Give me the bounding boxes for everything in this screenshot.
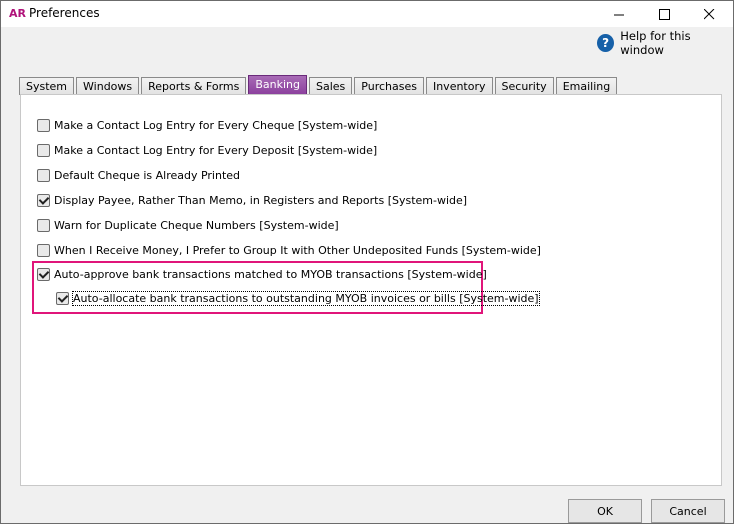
option-contact-log-deposit[interactable]: Make a Contact Log Entry for Every Depos… <box>37 142 377 158</box>
option-group-undeposited[interactable]: When I Receive Money, I Prefer to Group … <box>37 242 541 258</box>
help-label: Help for this window <box>620 29 691 57</box>
tab-label: Emailing <box>562 80 611 93</box>
checkbox[interactable] <box>56 291 69 305</box>
tab-label: Security <box>501 80 547 93</box>
option-label: When I Receive Money, I Prefer to Group … <box>54 243 541 257</box>
tab-sales[interactable]: Sales <box>309 77 353 95</box>
option-label: Auto-approve bank transactions matched t… <box>54 267 487 281</box>
checkbox[interactable] <box>37 143 50 157</box>
tab-security[interactable]: Security <box>494 77 554 95</box>
tab-label: Inventory <box>432 80 486 93</box>
tab-label: Reports & Forms <box>148 80 240 93</box>
option-label: Auto-allocate bank transactions to outst… <box>72 290 540 306</box>
tab-system[interactable]: System <box>19 77 75 95</box>
tab-strip: System Windows Reports & Forms Banking S… <box>19 75 619 95</box>
title-bar: AR Preferences <box>1 1 733 27</box>
tab-label: Banking <box>255 78 300 91</box>
close-icon <box>704 8 715 19</box>
preferences-window: AR Preferences ? Help for this window Sy… <box>0 0 734 524</box>
option-cheque-printed[interactable]: Default Cheque is Already Printed <box>37 167 240 183</box>
tab-reports-forms[interactable]: Reports & Forms <box>141 77 247 95</box>
checkbox[interactable] <box>37 267 50 281</box>
cancel-button[interactable]: Cancel <box>651 499 725 523</box>
ok-button[interactable]: OK <box>568 499 642 523</box>
tab-label: System <box>26 80 68 93</box>
option-auto-approve[interactable]: Auto-approve bank transactions matched t… <box>37 266 487 282</box>
tab-label: Windows <box>83 80 133 93</box>
app-logo: AR <box>9 7 26 20</box>
option-display-payee[interactable]: Display Payee, Rather Than Memo, in Regi… <box>37 192 467 208</box>
tab-emailing[interactable]: Emailing <box>555 77 618 95</box>
tab-windows[interactable]: Windows <box>76 77 140 95</box>
tab-banking[interactable]: Banking <box>248 75 307 95</box>
tab-label: Purchases <box>361 80 417 93</box>
minimize-button[interactable] <box>597 1 642 27</box>
option-label: Make a Contact Log Entry for Every Chequ… <box>54 118 378 132</box>
option-label: Make a Contact Log Entry for Every Depos… <box>54 143 378 157</box>
tab-purchases[interactable]: Purchases <box>354 77 424 95</box>
checkbox[interactable] <box>37 218 50 232</box>
close-button[interactable] <box>687 1 732 27</box>
help-link[interactable]: ? Help for this window <box>597 29 733 57</box>
help-icon: ? <box>597 34 615 52</box>
option-label: Display Payee, Rather Than Memo, in Regi… <box>54 193 468 207</box>
option-label: Warn for Duplicate Cheque Numbers [Syste… <box>54 218 339 232</box>
banking-panel: Make a Contact Log Entry for Every Chequ… <box>20 94 722 486</box>
checkbox[interactable] <box>37 193 50 207</box>
option-label: Default Cheque is Already Printed <box>54 168 241 182</box>
option-contact-log-cheque[interactable]: Make a Contact Log Entry for Every Chequ… <box>37 117 377 133</box>
maximize-icon <box>659 8 670 20</box>
checkbox[interactable] <box>37 118 50 132</box>
option-warn-duplicate[interactable]: Warn for Duplicate Cheque Numbers [Syste… <box>37 217 339 233</box>
maximize-button[interactable] <box>642 1 687 27</box>
checkbox[interactable] <box>37 168 50 182</box>
tab-label: Sales <box>316 80 346 93</box>
window-title: Preferences <box>29 6 100 20</box>
option-auto-allocate[interactable]: Auto-allocate bank transactions to outst… <box>56 290 540 306</box>
tab-inventory[interactable]: Inventory <box>425 77 493 95</box>
checkbox[interactable] <box>37 243 50 257</box>
minimize-icon <box>614 14 624 15</box>
